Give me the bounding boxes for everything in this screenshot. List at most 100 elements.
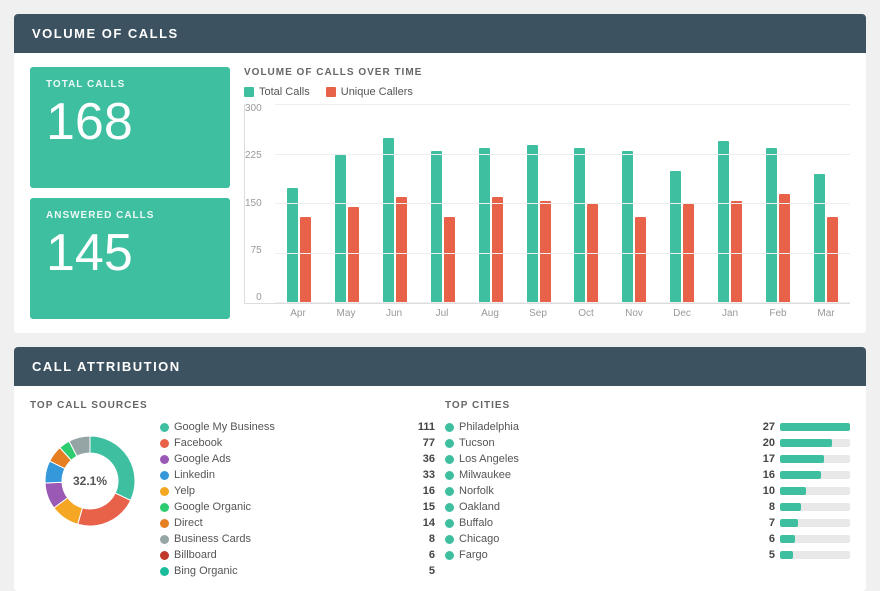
source-count: 33 [407,469,435,481]
legend-total-label: Total Calls [259,86,310,98]
total-bar [622,151,633,303]
attribution-header: CALL ATTRIBUTION [14,347,866,386]
city-item: Philadelphia27 [445,421,850,433]
city-bar-fill [780,423,850,431]
source-dot [160,567,169,576]
bar-pair [706,141,754,303]
total-calls-label: TOTAL CALLS [46,79,214,90]
city-dot [445,519,454,528]
source-name: Linkedin [174,469,402,481]
city-name: Tucson [459,437,746,449]
source-count: 5 [407,565,435,577]
total-bar [383,138,394,303]
unique-callers-legend-dot [326,87,336,97]
bar-month-jun [371,104,419,303]
source-item: Business Cards 8 [160,533,435,545]
donut-label: 32.1% [73,474,107,488]
x-label-apr: Apr [274,308,322,319]
city-item: Buffalo7 [445,517,850,529]
chart-legend: Total Calls Unique Callers [244,86,850,98]
source-dot [160,487,169,496]
total-calls-value: 168 [46,96,214,148]
source-count: 8 [407,533,435,545]
source-dot [160,455,169,464]
source-count: 6 [407,549,435,561]
source-count: 77 [407,437,435,449]
legend-total-calls: Total Calls [244,86,310,98]
total-bar [670,171,681,303]
bar-pair [610,151,658,303]
city-bar-fill [780,535,795,543]
source-name: Billboard [174,549,402,561]
bar-month-jan [706,104,754,303]
total-bar [479,148,490,303]
bar-month-dec [658,104,706,303]
city-count: 8 [751,501,775,513]
cities-title: TOP CITIES [445,400,850,411]
city-dot [445,471,454,480]
source-name: Yelp [174,485,402,497]
city-item: Milwaukee16 [445,469,850,481]
attribution-body: TOP CALL SOURCES 32.1% Google My Busines… [14,386,866,591]
source-count: 15 [407,501,435,513]
x-label-aug: Aug [466,308,514,319]
total-bar [335,155,346,304]
x-label-may: May [322,308,370,319]
city-bar-track [780,455,850,463]
x-label-sep: Sep [514,308,562,319]
x-label-jan: Jan [706,308,754,319]
x-label-jun: Jun [370,308,418,319]
y-label: 300 [245,104,266,114]
x-label-oct: Oct [562,308,610,319]
city-item: Tucson 20 [445,437,850,449]
source-dot [160,503,169,512]
x-label-nov: Nov [610,308,658,319]
unique-bar [444,217,455,303]
chart-wrapper: 075150225300 AprMayJunJulAugSepOctNovDec… [244,104,850,319]
volume-header: VOLUME OF CALLS [14,14,866,53]
cities-section: TOP CITIES Philadelphia27Tucson20Los Ang… [445,400,850,581]
city-bar-track [780,519,850,527]
city-bar-fill [780,455,824,463]
total-calls-legend-dot [244,87,254,97]
bar-month-aug [467,104,515,303]
bar-chart-title: VOLUME OF CALLS OVER TIME [244,67,850,78]
city-dot [445,503,454,512]
source-item: Direct14 [160,517,435,529]
city-bar-track [780,503,850,511]
answered-calls-value: 145 [46,227,214,279]
source-count: 111 [407,421,435,433]
unique-bar [492,197,503,303]
source-dot [160,519,169,528]
source-name: Business Cards [174,533,402,545]
source-name: Google Organic [174,501,402,513]
bar-pair [658,171,706,303]
answered-calls-label: ANSWERED CALLS [46,210,214,221]
city-bar-fill [780,439,832,447]
y-axis: 075150225300 [245,104,266,303]
city-name: Philadelphia [459,421,746,433]
city-item: Fargo5 [445,549,850,561]
source-dot [160,471,169,480]
source-item: Facebook77 [160,437,435,449]
bar-month-sep [515,104,563,303]
source-name: Bing Organic [174,565,402,577]
city-bar-fill [780,471,821,479]
sources-inner: 32.1% Google My Business 111 Facebook77 Goo… [30,421,435,581]
city-item: Chicago6 [445,533,850,545]
city-bar-track [780,423,850,431]
legend-unique-callers: Unique Callers [326,86,413,98]
city-bar-track [780,487,850,495]
source-list: Google My Business111Facebook77Google Ad… [160,421,435,581]
sources-section: TOP CALL SOURCES 32.1% Google My Busines… [30,400,435,581]
bar-month-mar [802,104,850,303]
unique-bar [540,201,551,303]
source-name: Google My Business [174,421,402,433]
bar-pair [515,145,563,303]
city-dot [445,535,454,544]
x-labels: AprMayJunJulAugSepOctNovDecJanFebMar [244,308,850,319]
source-item: Yelp16 [160,485,435,497]
city-count: 20 [751,437,775,449]
city-item: Norfolk10 [445,485,850,497]
city-name: Oakland [459,501,746,513]
